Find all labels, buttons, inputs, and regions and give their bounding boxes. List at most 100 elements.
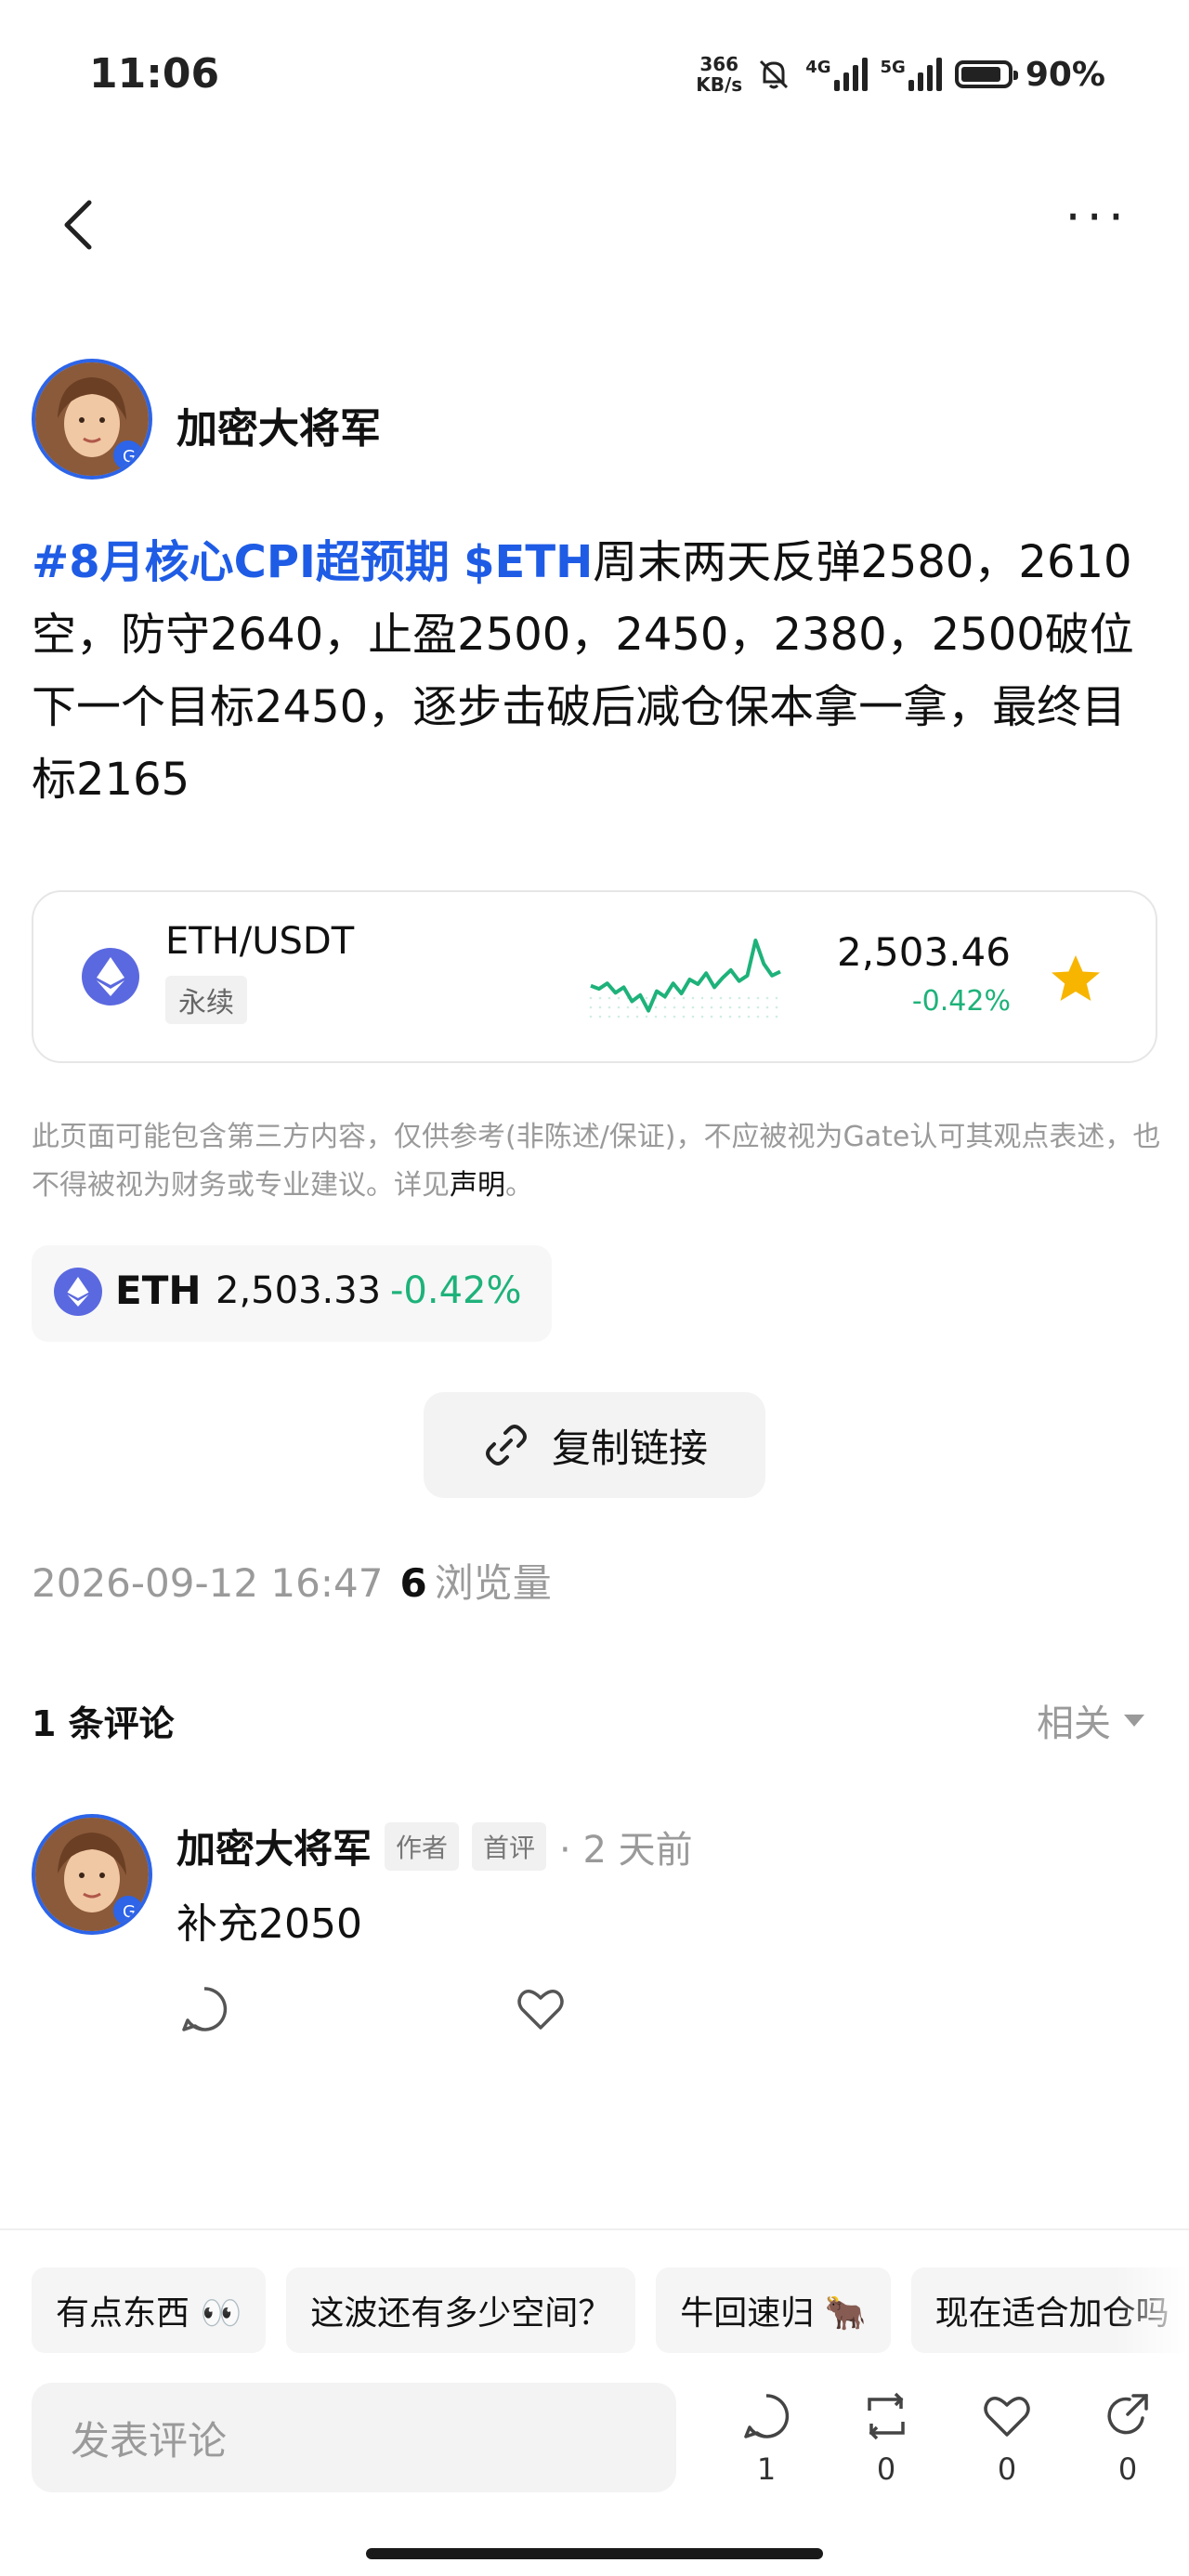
sparkline-dot — [719, 1015, 723, 1019]
sparkline-dot — [728, 996, 732, 1000]
sparkline-dot — [738, 1015, 741, 1019]
comment-action-count: 1 — [756, 2451, 777, 2487]
sparkline-dot — [719, 996, 723, 1000]
sparkline-dot — [710, 1015, 713, 1019]
disclaimer: 此页面可能包含第三方内容，仅供参考(非陈述/保证)，不应被视为Gate认可其观点… — [32, 1113, 1165, 1210]
comment-author[interactable]: 加密大将军 — [176, 1818, 372, 1874]
like-count: 0 — [997, 2451, 1017, 2487]
reply-icon[interactable] — [178, 1983, 230, 2035]
comment-placeholder: 发表评论 — [71, 2417, 228, 2464]
comment-action[interactable]: 1 — [729, 2390, 804, 2487]
sparkline-dot — [598, 1015, 602, 1019]
status-icons: 366 KB/s 4G 5G 90% — [696, 54, 1105, 95]
eth-chip-icon — [54, 1268, 102, 1316]
sparkline-dot — [608, 1015, 611, 1019]
hashtag-link[interactable]: #8月核心CPI超预期 — [32, 536, 450, 588]
sparkline-dot — [673, 1015, 676, 1019]
quick-reply-chip[interactable]: 牛回速归 🐂 — [656, 2267, 891, 2353]
ticker-link[interactable]: $ETH — [464, 536, 593, 588]
sparkline-dot — [663, 1015, 667, 1019]
sparkline-dot — [682, 1015, 686, 1019]
repost-action[interactable]: 0 — [849, 2390, 923, 2487]
sparkline-dot — [635, 1015, 639, 1019]
disclaimer-link[interactable]: 声明 — [450, 1169, 505, 1202]
eth-icon — [82, 948, 139, 1005]
svg-text:G: G — [123, 447, 136, 467]
battery-percent: 90% — [1025, 55, 1105, 94]
sparkline-dot — [617, 1015, 621, 1019]
sparkline-dot — [765, 1015, 769, 1019]
sparkline-dot — [617, 996, 621, 1000]
sparkline-dot — [626, 1015, 630, 1019]
avatar[interactable]: G — [32, 359, 152, 480]
favorite-star-icon[interactable] — [1048, 952, 1104, 1007]
signal-5g: 5G — [881, 58, 942, 91]
copy-link-button[interactable]: 复制链接 — [424, 1392, 765, 1498]
sparkline-dot — [691, 996, 695, 1000]
chips-fade — [1115, 2258, 1189, 2360]
repost-icon — [868, 2392, 905, 2440]
ticker-price: 2,503.33 — [216, 1269, 382, 1312]
mute-icon — [760, 59, 789, 89]
sparkline-dot — [635, 1005, 639, 1009]
sparkline-dot — [700, 1015, 704, 1019]
sparkline-dot — [608, 996, 611, 1000]
disclaimer-text: 此页面可能包含第三方内容，仅供参考(非陈述/保证)，不应被视为Gate认可其观点… — [32, 1121, 1161, 1202]
sparkline-dot — [673, 996, 676, 1000]
comment-like-icon[interactable] — [515, 1983, 567, 2035]
quick-reply-chip[interactable]: 有点东西 👀 — [32, 2267, 267, 2353]
svg-text:G: G — [123, 1902, 136, 1922]
sparkline-dot — [589, 1005, 593, 1009]
back-icon[interactable] — [56, 197, 100, 253]
price-sparkline — [589, 939, 781, 1019]
comment-header: 加密大将军 作者 首评 · 2 天前 — [176, 1818, 693, 1874]
share-action[interactable]: 0 — [1091, 2390, 1165, 2487]
comment-icon — [744, 2394, 790, 2438]
sparkline-dot — [598, 1005, 602, 1009]
sparkline-dot — [700, 996, 704, 1000]
sparkline-dot — [747, 1015, 751, 1019]
sparkline-dot — [608, 1005, 611, 1009]
sparkline-dot — [756, 996, 760, 1000]
pair-name: ETH/USDT — [165, 920, 355, 963]
pair-change: -0.42% — [911, 985, 1011, 1018]
sparkline-dot — [598, 996, 602, 1000]
comment-input[interactable]: 发表评论 — [32, 2383, 676, 2492]
sparkline-dot — [691, 1005, 695, 1009]
like-action[interactable]: 0 — [970, 2390, 1044, 2487]
sparkline-dot — [738, 1005, 741, 1009]
comment-time: · 2 天前 — [559, 1828, 693, 1872]
comment-count: 1 条评论 — [32, 1703, 175, 1744]
repost-count: 0 — [876, 2451, 896, 2487]
view-count: 6 — [399, 1560, 427, 1606]
sort-dropdown[interactable]: 相关 — [1037, 1693, 1144, 1747]
sparkline-dot — [645, 1015, 648, 1019]
copy-link-label: 复制链接 — [551, 1425, 708, 1471]
comment-body: 补充2050 — [176, 1900, 362, 1948]
sparkline-dot — [682, 1005, 686, 1009]
author-badge: 作者 — [385, 1821, 460, 1871]
sparkline-dot — [645, 996, 648, 1000]
link-icon — [485, 1425, 527, 1465]
sparkline-dot — [728, 1015, 732, 1019]
home-indicator[interactable] — [366, 2548, 823, 2559]
more-icon[interactable]: ··· — [1065, 192, 1130, 243]
quick-reply-chip[interactable]: 这波还有多少空间？ — [286, 2267, 636, 2353]
sparkline-dot — [617, 1005, 621, 1009]
network-speed: 366 KB/s — [696, 54, 742, 95]
sparkline-dot — [775, 1005, 778, 1009]
ticker-change: -0.42% — [390, 1269, 522, 1312]
sparkline-dot — [682, 996, 686, 1000]
author-name[interactable]: 加密大将军 — [176, 395, 381, 454]
sparkline-dot — [756, 1015, 760, 1019]
battery-icon — [954, 60, 1018, 88]
comment-avatar[interactable]: G — [32, 1814, 152, 1935]
sparkline-dot — [710, 996, 713, 1000]
post-meta: 2026-09-12 16:47 6 浏览量 — [32, 1552, 552, 1609]
sparkline-dot — [775, 996, 778, 1000]
first-comment-badge: 首评 — [472, 1821, 547, 1871]
sparkline-dot — [673, 1005, 676, 1009]
network-speed-unit: KB/s — [696, 73, 743, 96]
sparkline-dot — [589, 1015, 593, 1019]
sparkline-dot — [589, 996, 593, 1000]
